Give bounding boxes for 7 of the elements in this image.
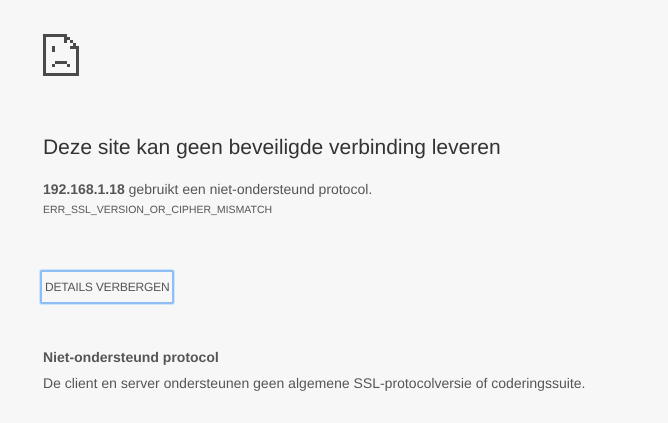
details-button[interactable]: DETAILS VERBERGEN [40,270,174,304]
error-heading: Deze site kan geen beveiligde verbinding leveren [43,135,502,161]
error-code: ERR_SSL_VERSION_OR_CIPHER_MISMATCH [43,204,274,216]
error-summary: 192.168.1.18 gebruikt een niet-ondersteund protocol. [43,180,374,198]
details-title: Niet-ondersteund protocol [43,349,220,365]
details-text: De client en server ondersteunen geen algemene SSL-protocolversie of coderingssuite. [43,375,586,391]
broken-page-icon [43,34,79,76]
